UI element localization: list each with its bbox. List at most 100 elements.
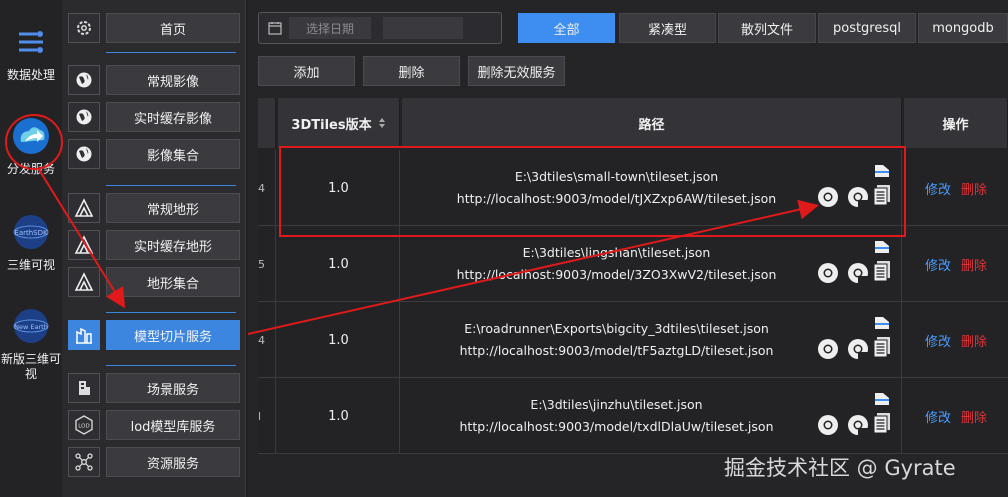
row-actions	[817, 240, 897, 296]
row-stub: 4	[258, 302, 276, 378]
row-stub: 5	[258, 226, 276, 302]
menu-button[interactable]: 场景服务	[106, 373, 240, 403]
rail-item-distribution[interactable]: 分发服务	[0, 116, 62, 177]
menu-button[interactable]: 地形集合	[106, 267, 240, 297]
service-table: 3DTiles版本 路径 操作 4 1.0 E:\3dtiles\small-t…	[258, 98, 1008, 454]
table-header-version[interactable]: 3DTiles版本	[278, 98, 400, 148]
edit-link[interactable]: 修改	[925, 255, 951, 274]
document-icon[interactable]	[873, 336, 891, 358]
menu-item-home[interactable]: 首页	[68, 13, 240, 43]
menu-item-lod-model-library[interactable]: LOD lod模型库服务	[68, 410, 240, 440]
version-cell: 1.0	[278, 378, 400, 454]
menu-item-regular-imagery[interactable]: 常规影像	[68, 65, 240, 95]
menu-item-cached-imagery[interactable]: 实时缓存影像	[68, 102, 240, 132]
file-path: E:\3dtiles\jinzhu\tileset.json	[530, 397, 703, 412]
date-range-picker[interactable]: 选择日期	[258, 12, 502, 44]
svg-text:LOD: LOD	[78, 424, 89, 430]
menu-button[interactable]: lod模型库服务	[106, 410, 240, 440]
globe-icon	[68, 65, 100, 95]
menu-divider	[106, 52, 236, 53]
rail-item-new-3d-visual[interactable]: New Earth 新版三维可视	[0, 306, 62, 382]
ops-cell: 修改 删除	[904, 302, 1008, 378]
file-icon[interactable]	[873, 240, 891, 254]
table-header-path: 路径	[402, 98, 902, 148]
menu-button[interactable]: 常规地形	[106, 193, 240, 223]
table-row: 4 1.0 E:\3dtiles\small-town\tileset.json…	[258, 150, 1008, 226]
new-earth-globe-icon: New Earth	[13, 309, 49, 343]
delete-link[interactable]: 删除	[961, 331, 987, 350]
table-row: l 1.0 E:\3dtiles\jinzhu\tileset.json htt…	[258, 378, 1008, 454]
document-icon[interactable]	[873, 260, 891, 282]
menu-item-regular-terrain[interactable]: 常规地形	[68, 193, 240, 223]
svg-text:EarthSDK: EarthSDK	[14, 229, 48, 237]
file-icon[interactable]	[873, 164, 891, 178]
chrome-new-icon[interactable]	[847, 186, 869, 208]
menu-button[interactable]: 常规影像	[106, 65, 240, 95]
menu-item-terrain-collection[interactable]: 地形集合	[68, 267, 240, 297]
app-rail: 数据处理 分发服务 EarthSDK 三维可视 New Earth 新版三维可视	[0, 0, 62, 497]
tab-hashed-files[interactable]: 散列文件	[718, 13, 816, 43]
mountain-icon	[68, 230, 100, 260]
tab-mongodb[interactable]: mongodb	[918, 13, 1008, 43]
tab-postgresql[interactable]: postgresql	[818, 13, 916, 43]
edit-link[interactable]: 修改	[925, 407, 951, 426]
delete-link[interactable]: 删除	[961, 255, 987, 274]
path-cell: E:\roadrunner\Exports\bigcity_3dtiles\ti…	[402, 302, 902, 378]
edit-link[interactable]: 修改	[925, 179, 951, 198]
tab-compact[interactable]: 紧凑型	[619, 13, 716, 43]
delete-button[interactable]: 删除	[363, 56, 460, 86]
menu-button[interactable]: 模型切片服务	[106, 320, 240, 350]
path-cell: E:\3dtiles\lingshan\tileset.json http://…	[402, 226, 902, 302]
delete-link[interactable]: 删除	[961, 179, 987, 198]
ops-cell: 修改 删除	[904, 150, 1008, 226]
rail-label: 数据处理	[6, 68, 55, 82]
menu-button[interactable]: 实时缓存地形	[106, 230, 240, 260]
sort-icon[interactable]	[378, 117, 386, 129]
document-icon[interactable]	[873, 184, 891, 206]
rail-label: 新版三维可视	[0, 352, 61, 381]
table-header-stub	[258, 98, 276, 148]
header-label: 3DTiles版本	[291, 117, 372, 133]
file-icon[interactable]	[873, 316, 891, 330]
menu-item-imagery-collection[interactable]: 影像集合	[68, 139, 240, 169]
row-actions	[817, 164, 897, 220]
service-url[interactable]: http://localhost:9003/model/txdlDlaUw/ti…	[460, 416, 774, 438]
chrome-icon[interactable]	[817, 262, 839, 284]
svg-text:New Earth: New Earth	[14, 323, 48, 331]
menu-button[interactable]: 实时缓存影像	[106, 102, 240, 132]
start-date-input[interactable]: 选择日期	[289, 17, 371, 39]
file-icon[interactable]	[873, 392, 891, 406]
service-url[interactable]: http://localhost:9003/model/tJXZxp6AW/ti…	[457, 188, 776, 210]
end-date-input[interactable]	[383, 17, 463, 39]
menu-button[interactable]: 资源服务	[106, 447, 240, 477]
menu-item-model-tiles[interactable]: 模型切片服务	[68, 320, 240, 350]
menu-button[interactable]: 首页	[106, 13, 240, 43]
service-url[interactable]: http://localhost:9003/model/tF5aztgLD/ti…	[460, 340, 774, 362]
delete-invalid-button[interactable]: 删除无效服务	[468, 56, 565, 86]
menu-button[interactable]: 影像集合	[106, 139, 240, 169]
chrome-new-icon[interactable]	[847, 262, 869, 284]
service-url[interactable]: http://localhost:9003/model/3ZO3XwV2/til…	[457, 264, 777, 286]
chrome-new-icon[interactable]	[847, 338, 869, 360]
mountain-icon	[68, 193, 100, 223]
rail-item-data-processing[interactable]: 数据处理	[0, 22, 62, 83]
menu-item-cached-terrain[interactable]: 实时缓存地形	[68, 230, 240, 260]
data-processing-icon	[19, 31, 43, 53]
add-button[interactable]: 添加	[258, 56, 355, 86]
delete-link[interactable]: 删除	[961, 407, 987, 426]
chrome-icon[interactable]	[817, 186, 839, 208]
earthsdk-globe-icon: EarthSDK	[13, 215, 49, 249]
rail-label: 三维可视	[6, 258, 55, 272]
menu-item-scene-service[interactable]: 场景服务	[68, 373, 240, 403]
chrome-icon[interactable]	[817, 338, 839, 360]
ops-cell: 修改 删除	[904, 226, 1008, 302]
menu-item-resource-service[interactable]: 资源服务	[68, 447, 240, 477]
edit-link[interactable]: 修改	[925, 331, 951, 350]
document-icon[interactable]	[873, 412, 891, 434]
table-row: 4 1.0 E:\roadrunner\Exports\bigcity_3dti…	[258, 302, 1008, 378]
chrome-icon[interactable]	[817, 414, 839, 436]
tab-all[interactable]: 全部	[518, 13, 615, 43]
chrome-new-icon[interactable]	[847, 414, 869, 436]
globe-icon	[68, 102, 100, 132]
rail-item-3d-visual[interactable]: EarthSDK 三维可视	[0, 212, 62, 273]
